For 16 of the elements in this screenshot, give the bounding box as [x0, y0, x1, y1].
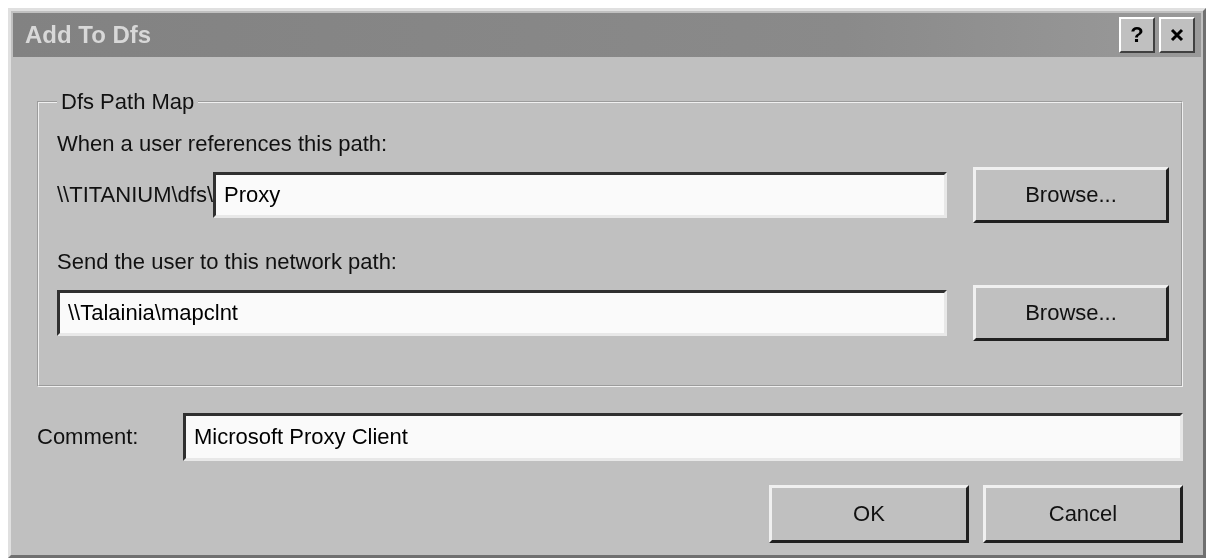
comment-label: Comment:: [37, 424, 140, 450]
help-button[interactable]: ?: [1119, 17, 1155, 53]
browse-button[interactable]: Browse...: [973, 167, 1169, 223]
comment-field[interactable]: Microsoft Proxy Client: [183, 413, 1183, 461]
dialog-button[interactable]: Cancel: [983, 485, 1183, 543]
field-label: Send the user to this network path:: [57, 249, 398, 275]
path-prefix: \\TITANIUM\dfs\: [57, 182, 214, 208]
close-button[interactable]: [1159, 17, 1195, 53]
window-title: Add To Dfs: [25, 21, 152, 49]
field-label: When a user references this path:: [57, 131, 389, 157]
close-icon: [1170, 28, 1184, 42]
path-field[interactable]: Proxy: [213, 172, 947, 218]
path-field[interactable]: \\Talainia\mapclnt: [57, 290, 947, 336]
dialog-button[interactable]: OK: [769, 485, 969, 543]
group-title: Dfs Path Map: [60, 89, 196, 115]
browse-button[interactable]: Browse...: [973, 285, 1169, 341]
